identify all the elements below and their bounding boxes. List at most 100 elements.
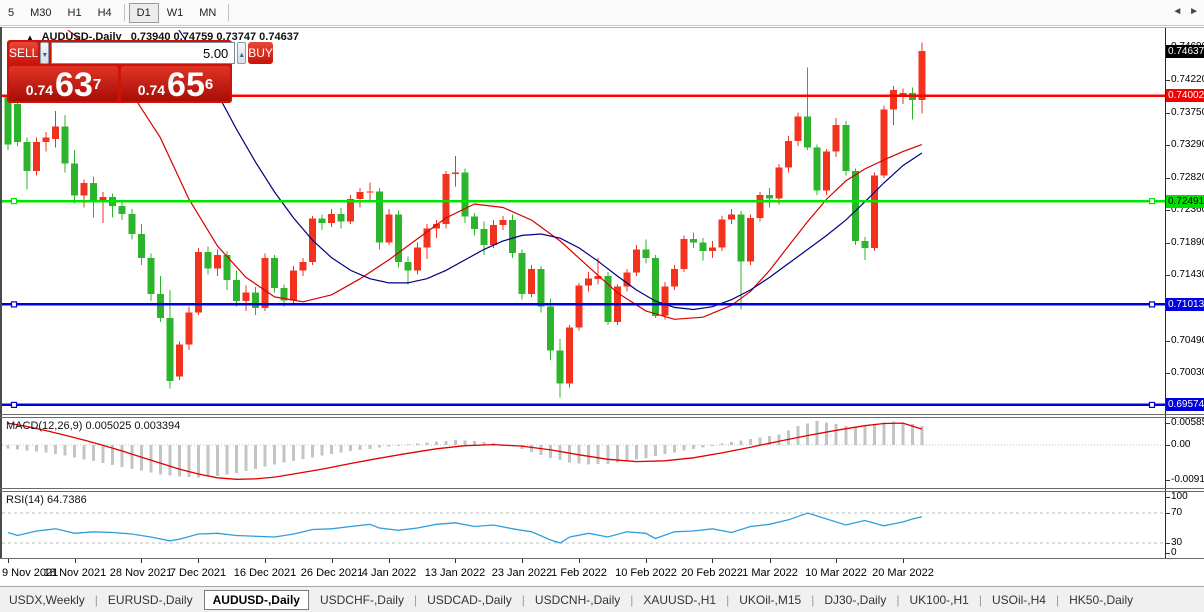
timeframe-button-M30[interactable]: M30	[22, 3, 59, 23]
toolbar-separator	[228, 4, 229, 21]
tab-eurusd-daily[interactable]: EURUSD-,Daily	[99, 590, 202, 610]
symbol-tab-bar: USDX,Weekly|EURUSD-,DailyAUDUSD-,DailyUS…	[0, 586, 1204, 612]
price-level-badge: 0.69574	[1166, 398, 1204, 411]
panel-divider[interactable]	[0, 488, 1204, 489]
axis-tick-mark	[1166, 80, 1170, 81]
date-tick-mark	[198, 559, 199, 563]
axis-tick-label: 100	[1171, 491, 1188, 502]
axis-tick-mark	[1166, 341, 1170, 342]
trade-panel: SELL ▼ ▲ BUY 0.74 63 7 0.74 65 6	[7, 40, 232, 103]
date-label: 10 Mar 2022	[805, 567, 867, 579]
axis-tick-label: 0.71430	[1171, 269, 1204, 280]
date-label: 1 Feb 2022	[551, 567, 607, 579]
timeframe-button-H1[interactable]: H1	[60, 3, 90, 23]
date-tick-mark	[389, 559, 390, 563]
tab-usdcad-daily[interactable]: USDCAD-,Daily	[418, 590, 521, 610]
axis-tick-mark	[1166, 513, 1170, 514]
axis-tick-mark	[1166, 423, 1170, 424]
sell-price-base: 0.74	[26, 80, 53, 100]
sell-price-point: 7	[93, 66, 101, 104]
tab-xauusd-h1[interactable]: XAUUSD-,H1	[634, 590, 725, 610]
axis-tick-label: -0.00918	[1171, 474, 1204, 485]
volume-decrease-button[interactable]: ▼	[40, 42, 49, 64]
date-tick-mark	[712, 559, 713, 563]
date-tick-mark	[579, 559, 580, 563]
axis-tick-mark	[1166, 113, 1170, 114]
axis-tick-mark	[1166, 373, 1170, 374]
volume-input[interactable]	[51, 42, 235, 64]
trading-platform-window: 5M30H1H4D1W1MN ▲ AUDUSD-,Daily 0.73940 0…	[0, 0, 1204, 612]
buy-price-display[interactable]: 0.74 65 6	[121, 66, 230, 101]
axis-tick-label: 0.72820	[1171, 172, 1204, 183]
panel-divider[interactable]	[0, 414, 1204, 415]
date-label: 26 Dec 2021	[301, 567, 363, 579]
sell-button[interactable]: SELL	[9, 42, 38, 64]
date-label: 7 Dec 2021	[170, 567, 226, 579]
date-label: 20 Feb 2022	[681, 567, 743, 579]
rsi-indicator-panel[interactable]	[2, 492, 1165, 558]
tab-hk50-daily[interactable]: HK50-,Daily	[1060, 590, 1142, 610]
price-level-badge: 0.74002	[1166, 89, 1204, 102]
tab-usdx-weekly[interactable]: USDX,Weekly	[0, 590, 94, 610]
sell-price-pips: 63	[55, 70, 93, 100]
price-level-badge: 0.74637	[1166, 45, 1204, 58]
axis-tick-label: 0.70030	[1171, 367, 1204, 378]
rsi-label: RSI(14) 64.7386	[6, 494, 87, 506]
axis-tick-mark	[1166, 145, 1170, 146]
date-tick-mark	[646, 559, 647, 563]
buy-price-pips: 65	[167, 70, 205, 100]
date-tick-mark	[332, 559, 333, 563]
tab-scroll-arrows[interactable]: ◄ ►	[1172, 6, 1201, 17]
tab-usdcnh-daily[interactable]: USDCNH-,Daily	[526, 590, 629, 610]
date-tick-mark	[522, 559, 523, 563]
axis-tick-label: 0.74220	[1171, 74, 1204, 85]
date-tick-mark	[141, 559, 142, 563]
tab-audusd-daily[interactable]: AUDUSD-,Daily	[204, 590, 309, 610]
date-tick-mark	[455, 559, 456, 563]
timeframe-button-MN[interactable]: MN	[191, 3, 224, 23]
timeframe-button-W1[interactable]: W1	[159, 3, 192, 23]
date-label: 10 Feb 2022	[615, 567, 677, 579]
date-tick-mark	[770, 559, 771, 563]
date-label: 1 Mar 2022	[742, 567, 798, 579]
axis-tick-label: 0.70490	[1171, 335, 1204, 346]
tab-usdchf-daily[interactable]: USDCHF-,Daily	[311, 590, 413, 610]
timeframe-button-5[interactable]: 5	[0, 3, 22, 23]
date-tick-mark	[903, 559, 904, 563]
axis-tick-label: 70	[1171, 507, 1182, 518]
date-label: 23 Jan 2022	[492, 567, 553, 579]
date-tick-mark	[836, 559, 837, 563]
tab-scroll-left-icon[interactable]: ◄	[1172, 6, 1184, 17]
timeframe-button-D1[interactable]: D1	[129, 3, 159, 23]
date-label: 18 Nov 2021	[44, 567, 106, 579]
macd-label: MACD(12,26,9) 0.005025 0.003394	[6, 420, 180, 432]
sell-price-display[interactable]: 0.74 63 7	[9, 66, 118, 101]
tab-scroll-right-icon[interactable]: ►	[1189, 6, 1201, 17]
timeframe-button-H4[interactable]: H4	[90, 3, 120, 23]
axis-tick-label: 0	[1171, 547, 1177, 558]
tab-ukoil-m15[interactable]: UKOil-,M15	[730, 590, 810, 610]
volume-increase-button[interactable]: ▲	[237, 42, 246, 64]
panel-divider	[0, 417, 1204, 418]
axis-tick-label: 0.71890	[1171, 237, 1204, 248]
date-label: 4 Jan 2022	[362, 567, 416, 579]
date-label: 13 Jan 2022	[425, 567, 486, 579]
timeframe-toolbar: 5M30H1H4 D1W1MN	[0, 0, 1204, 26]
tab-usoil-h4[interactable]: USOil-,H4	[983, 590, 1055, 610]
date-axis[interactable]: 9 Nov 202118 Nov 202128 Nov 20217 Dec 20…	[0, 559, 1204, 586]
tab-dj30-daily[interactable]: DJ30-,Daily	[815, 590, 895, 610]
tab-uk100-h1[interactable]: UK100-,H1	[900, 590, 977, 610]
buy-button[interactable]: BUY	[248, 42, 273, 64]
date-label: 20 Mar 2022	[872, 567, 934, 579]
buy-price-base: 0.74	[138, 80, 165, 100]
date-tick-mark	[75, 559, 76, 563]
axis-tick-label: 0.73290	[1171, 139, 1204, 150]
date-tick-mark	[265, 559, 266, 563]
price-level-badge: 0.72491	[1166, 195, 1204, 208]
axis-tick-label: 0.00585	[1171, 417, 1204, 428]
axis-tick-mark	[1166, 543, 1170, 544]
toolbar-separator	[124, 4, 125, 21]
price-level-badge: 0.71013	[1166, 298, 1204, 311]
date-tick-mark	[8, 559, 9, 563]
axis-tick-mark	[1166, 445, 1170, 446]
